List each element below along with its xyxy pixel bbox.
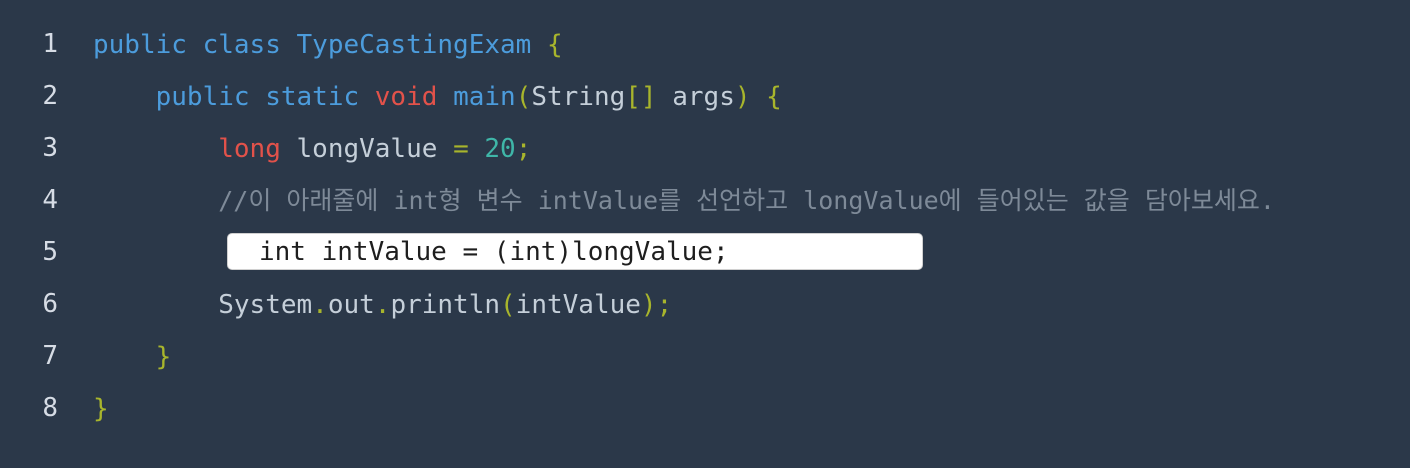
line-number: 4 bbox=[42, 185, 58, 215]
code-editor: 1 public class TypeCastingExam { 2 publi… bbox=[0, 0, 1410, 468]
keyword-public: public bbox=[155, 82, 250, 112]
keyword-void: void bbox=[374, 82, 438, 112]
open-paren: ( bbox=[515, 82, 532, 112]
answer-input[interactable] bbox=[259, 238, 909, 266]
code-line-7: 7 } bbox=[0, 330, 1410, 382]
code-line-2: 2 public static void main(String[] args)… bbox=[0, 70, 1410, 122]
code-text: //이 아래줄에 int형 변수 intValue를 선언하고 longValu… bbox=[93, 187, 1275, 215]
class-system: System bbox=[218, 290, 313, 320]
code-text: long longValue = 20; bbox=[93, 135, 531, 163]
code-line-4: 4 //이 아래줄에 int형 변수 intValue를 선언하고 longVa… bbox=[0, 174, 1410, 226]
semicolon: ; bbox=[656, 290, 673, 320]
code-text: public class TypeCastingExam { bbox=[93, 31, 563, 59]
close-brace: } bbox=[93, 394, 109, 424]
method-println: println bbox=[390, 290, 501, 320]
code-line-3: 3 long longValue = 20; bbox=[0, 122, 1410, 174]
code-line-8: 8 } bbox=[0, 382, 1410, 434]
class-name: TypeCastingExam bbox=[296, 30, 532, 60]
open-paren: ( bbox=[500, 290, 516, 320]
line-number: 2 bbox=[42, 81, 58, 111]
line-number: 1 bbox=[42, 29, 58, 59]
code-text: } bbox=[93, 395, 109, 423]
code-comment: //이 아래줄에 int형 변수 intValue를 선언하고 longValu… bbox=[218, 186, 1275, 215]
keyword-public: public bbox=[93, 30, 187, 60]
dot-operator: . bbox=[374, 290, 391, 320]
line-number: 3 bbox=[42, 133, 58, 163]
line-number: 5 bbox=[42, 237, 58, 267]
variable-longvalue: longValue bbox=[296, 134, 438, 164]
semicolon: ; bbox=[515, 134, 532, 164]
keyword-class: class bbox=[202, 30, 281, 60]
number-literal: 20 bbox=[484, 134, 516, 164]
code-line-1: 1 public class TypeCastingExam { bbox=[0, 18, 1410, 70]
close-paren: ) bbox=[734, 82, 751, 112]
code-text: } bbox=[93, 342, 172, 372]
close-brace: } bbox=[155, 342, 172, 372]
argument-intvalue: intValue bbox=[515, 290, 641, 320]
dot-operator: . bbox=[312, 290, 328, 320]
open-brace: { bbox=[546, 30, 563, 60]
keyword-long: long bbox=[218, 134, 281, 164]
field-out: out bbox=[327, 290, 375, 320]
code-text: public static void main(String[] args) { bbox=[93, 83, 782, 111]
open-brace: { bbox=[766, 82, 782, 112]
line-number: 8 bbox=[42, 393, 58, 423]
operator-equals: = bbox=[453, 134, 469, 164]
keyword-static: static bbox=[265, 82, 360, 112]
method-name: main bbox=[453, 82, 516, 112]
answer-input-box[interactable] bbox=[227, 233, 923, 270]
param-args: args bbox=[672, 82, 735, 112]
line-number: 6 bbox=[42, 289, 58, 319]
close-paren: ) bbox=[640, 290, 657, 320]
array-brackets: [] bbox=[625, 82, 657, 112]
code-line-6: 6 System.out.println(intValue); bbox=[0, 278, 1410, 330]
type-string: String bbox=[531, 82, 626, 112]
code-text: System.out.println(intValue); bbox=[93, 291, 672, 319]
line-number: 7 bbox=[42, 341, 58, 371]
